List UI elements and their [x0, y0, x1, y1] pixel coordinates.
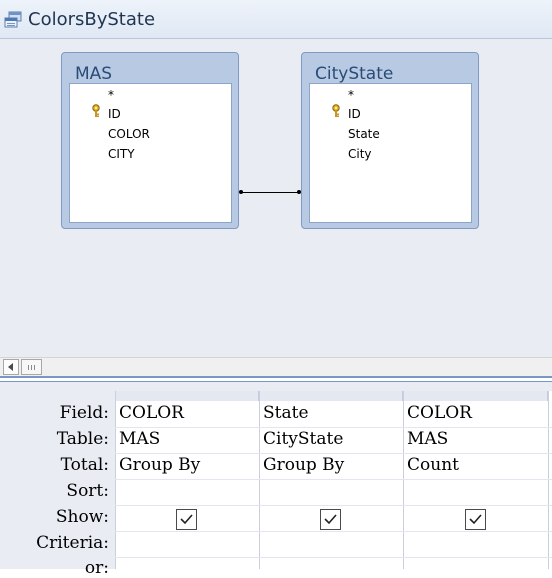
checkmark-icon	[469, 514, 482, 525]
total-cell[interactable]: Group By	[263, 455, 344, 475]
field-id[interactable]: ID	[348, 107, 361, 121]
field-all[interactable]: *	[108, 88, 114, 102]
query-title: ColorsByState	[28, 9, 156, 30]
grid-divider	[115, 427, 552, 428]
field-all[interactable]: *	[348, 88, 354, 102]
field-cell[interactable]: COLOR	[407, 403, 472, 423]
table-cell[interactable]: CityState	[263, 429, 343, 449]
total-cell[interactable]: Group By	[119, 455, 200, 475]
scroll-left-arrow-icon[interactable]	[3, 359, 19, 375]
join-line[interactable]	[241, 192, 299, 193]
checkmark-icon	[324, 514, 337, 525]
field-cell[interactable]: State	[263, 403, 309, 423]
grid-divider	[548, 391, 549, 569]
table-cell[interactable]: MAS	[407, 429, 448, 449]
checkmark-icon	[180, 514, 193, 525]
table-title[interactable]: MAS	[75, 64, 112, 84]
query-tab[interactable]: ColorsByState	[0, 0, 552, 39]
field-cell[interactable]: COLOR	[119, 403, 184, 423]
field-color[interactable]: COLOR	[108, 127, 150, 141]
table-field-list-citystate[interactable]: CityState * ID State City	[301, 52, 479, 229]
show-checkbox[interactable]	[320, 509, 341, 530]
column-selector[interactable]	[115, 391, 259, 401]
query-icon	[4, 11, 22, 28]
horizontal-scrollbar[interactable]	[0, 357, 552, 376]
key-icon	[332, 104, 340, 117]
grid-divider	[115, 557, 552, 558]
grid-divider	[403, 391, 404, 569]
total-cell[interactable]: Count	[407, 455, 459, 475]
key-icon	[92, 104, 100, 117]
show-checkbox[interactable]	[465, 509, 486, 530]
row-label-show: Show:	[55, 507, 109, 527]
grid-columns: COLOR MAS Group By State CityState Group…	[115, 391, 552, 569]
field-list[interactable]: * ID State City	[309, 83, 472, 223]
join-endpoint	[239, 190, 243, 194]
grid-divider	[259, 391, 260, 569]
column-selector[interactable]	[259, 391, 403, 401]
table-title[interactable]: CityState	[315, 64, 393, 84]
row-label-field: Field:	[59, 403, 109, 423]
query-design-surface[interactable]: MAS * ID COLOR CITY CityState * ID State…	[0, 39, 552, 357]
grid-divider	[115, 531, 552, 532]
row-label-criteria: Criteria:	[36, 533, 109, 553]
row-label-table: Table:	[56, 429, 109, 449]
table-cell[interactable]: MAS	[119, 429, 160, 449]
scroll-thumb[interactable]	[21, 359, 42, 375]
column-selector[interactable]	[403, 391, 548, 401]
field-city[interactable]: CITY	[108, 147, 135, 161]
row-label-total: Total:	[60, 455, 109, 475]
field-city[interactable]: City	[348, 147, 372, 161]
field-list[interactable]: * ID COLOR CITY	[69, 83, 232, 223]
query-design-grid: Field: Table: Total: Sort: Show: Criteri…	[0, 382, 552, 578]
show-checkbox[interactable]	[176, 509, 197, 530]
row-label-sort: Sort:	[66, 481, 109, 501]
grid-divider	[115, 479, 552, 480]
row-label-or: or:	[84, 558, 109, 578]
grid-divider	[115, 505, 552, 506]
field-state[interactable]: State	[348, 127, 380, 141]
field-id[interactable]: ID	[108, 107, 121, 121]
table-field-list-mas[interactable]: MAS * ID COLOR CITY	[61, 52, 239, 229]
grid-divider	[115, 391, 116, 569]
grid-divider	[115, 453, 552, 454]
